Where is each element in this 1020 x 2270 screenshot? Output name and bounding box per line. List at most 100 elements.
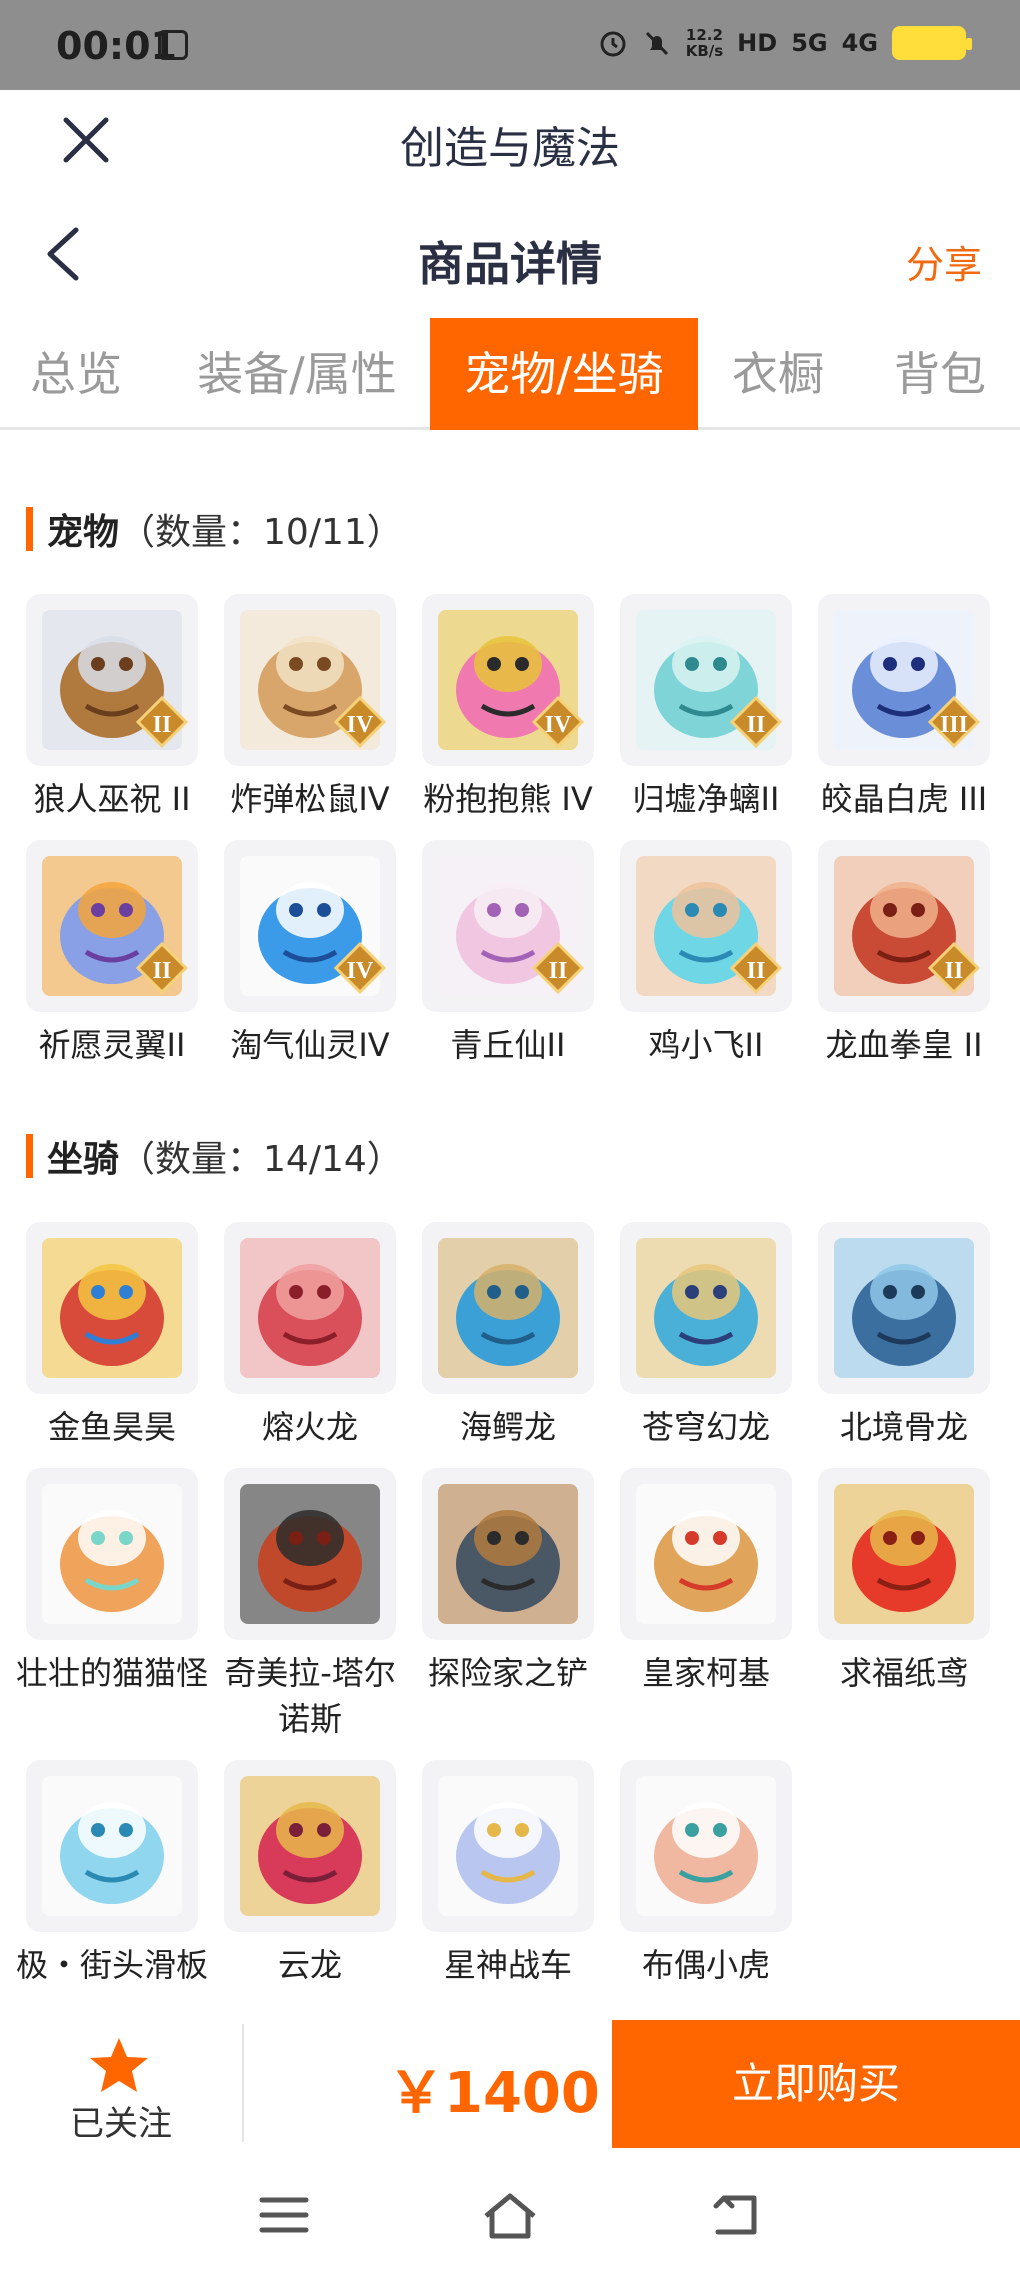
item-thumbnail: II [26,594,198,766]
item-thumbnail [224,1222,396,1394]
app-title: 创造与魔法 [400,123,620,174]
svg-text:IV: IV [347,958,374,984]
pets-grid: II 狼人巫祝 II IV 炸弹松鼠IV IV 粉抱抱熊 IV II 归墟净螭II III 皎晶白… [26,594,1006,1068]
svg-text:II: II [747,958,766,984]
grid-item[interactable]: 金鱼昊昊 [26,1222,198,1450]
tab-backpack[interactable]: 背包 [882,318,998,430]
fox-fairy-icon: II [438,856,585,996]
menu-icon[interactable] [256,2190,312,2240]
mounts-section-header: 坐骑 （数量：14/14） [26,1131,403,1181]
grid-item[interactable]: 海鳄龙 [422,1222,594,1450]
bomb-squirrel-icon: IV [240,610,387,750]
star-icon [90,2038,148,2092]
doll-tiger-icon [636,1776,776,1916]
svg-text:II: II [945,958,964,984]
buy-now-button[interactable]: 立即购买 [612,2020,1020,2148]
grid-item[interactable]: II 鸡小飞II [620,840,792,1068]
share-button[interactable]: 分享 [906,234,982,289]
follow-button[interactable]: 已关注 [0,2018,242,2148]
tab-equipment[interactable]: 装备/属性 [186,318,408,430]
tab-wardrobe[interactable]: 衣橱 [722,318,834,430]
item-name: 皎晶白虎 III [820,780,988,818]
grid-item[interactable]: 极・街头滑板 [16,1760,208,1988]
item-thumbnail: IV [224,594,396,766]
item-name: 鸡小飞II [648,1026,764,1064]
eagle-icon: II [42,856,189,996]
item-thumbnail: II [620,840,792,1012]
pets-count: （数量：10/11） [119,512,403,553]
item-name: 炸弹松鼠IV [230,780,390,818]
sky-dragon-icon [636,1238,776,1378]
grid-item[interactable]: II 归墟净螭II [620,594,792,822]
grid-item[interactable]: II 祈愿灵翼II [26,840,198,1068]
section-accent [26,1134,33,1178]
item-name: 云龙 [277,1946,342,1984]
item-name: 壮壮的猫猫怪 [15,1654,208,1692]
item-thumbnail [620,1468,792,1640]
item-name: 北境骨龙 [839,1408,968,1446]
item-name: 粉抱抱熊 IV [423,780,593,818]
grid-item[interactable]: 探险家之铲 [422,1468,594,1742]
app-top-bar: 创造与魔法 [0,90,1020,190]
grid-item[interactable]: 苍穹幻龙 [620,1222,792,1450]
mounts-grid: 金鱼昊昊 熔火龙 海鳄龙 苍穹幻龙 北境骨龙壮壮的猫猫怪 奇美拉-塔尔诺斯 探险家之铲 皇家柯… [16,1222,1006,1988]
tab-pets-mounts[interactable]: 宠物/坐骑 [430,318,698,430]
item-thumbnail [422,1468,594,1640]
back-icon[interactable] [708,2190,764,2240]
item-thumbnail [26,1222,198,1394]
item-name: 金鱼昊昊 [47,1408,176,1446]
pets-section-header: 宠物 （数量：10/11） [26,504,403,554]
svg-text:II: II [153,958,172,984]
grid-item[interactable]: III 皎晶白虎 III [818,594,990,822]
goldfish-icon [42,1238,182,1378]
signal-5g: 5G [791,29,828,57]
hd-badge: HD [737,29,778,57]
svg-text:II: II [747,712,766,738]
ram-warrior-icon: II [834,856,981,996]
purchase-footer: 已关注 ￥1400 立即购买 [0,2018,1020,2148]
grid-item[interactable]: 星神战车 [422,1760,594,1988]
grid-item[interactable]: II 青丘仙II [422,840,594,1068]
grid-item[interactable]: 云龙 [224,1760,396,1988]
grid-item[interactable]: IV 粉抱抱熊 IV [422,594,594,822]
item-name: 祈愿灵翼II [38,1026,186,1064]
status-bar: 00:01 12.2 KB/s HD 5G 4G [0,0,1020,90]
item-thumbnail: II [26,840,198,1012]
grid-item[interactable]: 奇美拉-塔尔诺斯 [224,1468,396,1742]
svg-text:II: II [153,712,172,738]
item-name: 淘气仙灵IV [230,1026,390,1064]
grid-item[interactable]: IV 炸弹松鼠IV [224,594,396,822]
footer-divider [242,2024,244,2142]
svg-text:II: II [549,958,568,984]
home-icon[interactable] [482,2190,538,2240]
grid-item[interactable]: 求福纸鸢 [818,1468,990,1742]
blue-dog-icon: IV [240,856,387,996]
shovel-icon [438,1484,578,1624]
grid-item[interactable]: 壮壮的猫猫怪 [16,1468,208,1742]
svg-text:IV: IV [347,712,374,738]
grid-item[interactable]: 熔火龙 [224,1222,396,1450]
star-chariot-icon [438,1776,578,1916]
grid-item[interactable]: 布偶小虎 [620,1760,792,1988]
skateboard-icon [42,1776,182,1916]
item-name: 青丘仙II [450,1026,566,1064]
item-name: 熔火龙 [261,1408,358,1446]
item-name: 探险家之铲 [427,1654,588,1692]
item-thumbnail [422,1760,594,1932]
grid-item[interactable]: 北境骨龙 [818,1222,990,1450]
item-thumbnail: II [620,594,792,766]
item-thumbnail [422,1222,594,1394]
system-nav-bar [0,2160,1020,2270]
follow-label: 已关注 [70,2104,172,2144]
screenshot-icon [158,30,188,60]
speed-unit: KB/s [685,42,724,60]
grid-item[interactable]: 皇家柯基 [620,1468,792,1742]
grid-item[interactable]: II 龙血拳皇 II [818,840,990,1068]
grid-item[interactable]: II 狼人巫祝 II [26,594,198,822]
item-thumbnail: IV [224,840,396,1012]
tab-overview[interactable]: 总览 [22,318,130,430]
grid-item[interactable]: IV 淘气仙灵IV [224,840,396,1068]
status-icons: 12.2 KB/s HD 5G 4G [598,26,972,60]
item-thumbnail [620,1222,792,1394]
item-thumbnail [26,1760,198,1932]
